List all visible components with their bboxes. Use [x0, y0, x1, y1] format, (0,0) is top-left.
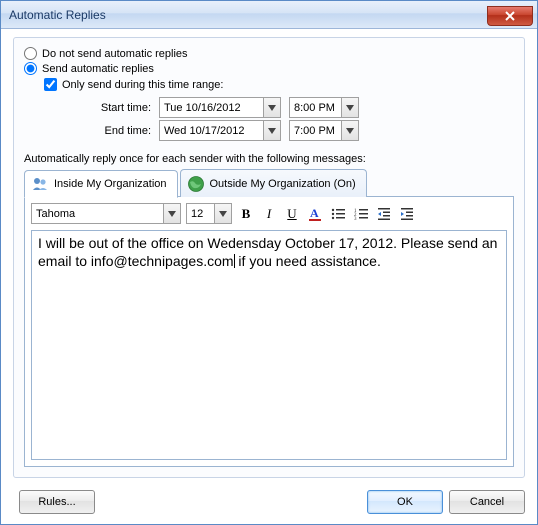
increase-indent-button[interactable]: [398, 204, 416, 223]
chevron-down-icon: [263, 121, 280, 140]
end-time-dropdown[interactable]: 7:00 PM: [289, 120, 359, 141]
end-date-value: Wed 10/17/2012: [164, 125, 263, 137]
globe-icon: [187, 175, 205, 193]
chevron-down-icon: [163, 204, 180, 223]
tab-outside-organization[interactable]: Outside My Organization (On): [180, 169, 367, 197]
window-title: Automatic Replies: [9, 8, 106, 22]
svg-text:A: A: [310, 206, 319, 220]
do-not-send-radio[interactable]: [24, 47, 37, 60]
only-range-option[interactable]: Only send during this time range:: [44, 78, 514, 91]
close-button[interactable]: [487, 6, 533, 26]
end-time-label: End time:: [84, 125, 159, 137]
chevron-down-icon: [263, 98, 280, 117]
start-time-label: Start time:: [84, 102, 159, 114]
cancel-button[interactable]: Cancel: [449, 490, 525, 514]
start-time-dropdown[interactable]: 8:00 PM: [289, 97, 359, 118]
only-range-checkbox[interactable]: [44, 78, 57, 91]
bold-button[interactable]: B: [237, 204, 255, 223]
bullet-list-button[interactable]: [329, 204, 347, 223]
start-date-value: Tue 10/16/2012: [164, 102, 263, 114]
decrease-indent-icon: [376, 206, 392, 222]
close-icon: [504, 10, 516, 22]
font-family-dropdown[interactable]: Tahoma: [31, 203, 181, 224]
svg-text:3: 3: [354, 217, 357, 222]
start-date-dropdown[interactable]: Tue 10/16/2012: [159, 97, 281, 118]
rules-button[interactable]: Rules...: [19, 490, 95, 514]
bullet-list-icon: [330, 206, 346, 222]
start-time-value: 8:00 PM: [294, 102, 341, 114]
message-editor[interactable]: I will be out of the office on Wedensday…: [31, 230, 507, 460]
increase-indent-icon: [399, 206, 415, 222]
reply-section-label: Automatically reply once for each sender…: [24, 153, 514, 165]
font-family-value: Tahoma: [36, 208, 163, 220]
do-not-send-option[interactable]: Do not send automatic replies: [24, 47, 514, 60]
numbered-list-button[interactable]: 123: [352, 204, 370, 223]
font-size-value: 12: [191, 208, 214, 220]
chevron-down-icon: [341, 98, 358, 117]
send-radio[interactable]: [24, 62, 37, 75]
dialog-buttons: Rules... OK Cancel: [13, 490, 525, 514]
underline-button[interactable]: U: [283, 204, 301, 223]
send-option[interactable]: Send automatic replies: [24, 62, 514, 75]
send-label: Send automatic replies: [42, 63, 154, 75]
title-bar: Automatic Replies: [1, 1, 537, 29]
font-size-dropdown[interactable]: 12: [186, 203, 232, 224]
tab-panel-inside: Tahoma 12 B I U A 123: [24, 196, 514, 467]
end-time-value: 7:00 PM: [294, 125, 341, 137]
dialog-content: Do not send automatic replies Send autom…: [13, 37, 525, 478]
editor-text-after: if you need assistance.: [235, 253, 381, 269]
end-date-dropdown[interactable]: Wed 10/17/2012: [159, 120, 281, 141]
chevron-down-icon: [214, 204, 231, 223]
tab-strip: Inside My Organization Outside My Organi…: [24, 169, 514, 197]
tab-inside-label: Inside My Organization: [54, 178, 167, 190]
only-range-label: Only send during this time range:: [62, 79, 223, 91]
tab-inside-organization[interactable]: Inside My Organization: [24, 170, 178, 198]
do-not-send-label: Do not send automatic replies: [42, 48, 188, 60]
ok-button[interactable]: OK: [367, 490, 443, 514]
decrease-indent-button[interactable]: [375, 204, 393, 223]
time-range-group: Start time: Tue 10/16/2012 8:00 PM End t…: [84, 95, 514, 143]
font-color-button[interactable]: A: [306, 204, 324, 223]
italic-button[interactable]: I: [260, 204, 278, 223]
numbered-list-icon: 123: [353, 206, 369, 222]
people-icon: [31, 175, 49, 193]
font-color-icon: A: [307, 206, 323, 222]
tab-outside-label: Outside My Organization (On): [210, 178, 356, 190]
chevron-down-icon: [341, 121, 358, 140]
format-toolbar: Tahoma 12 B I U A 123: [31, 203, 507, 224]
